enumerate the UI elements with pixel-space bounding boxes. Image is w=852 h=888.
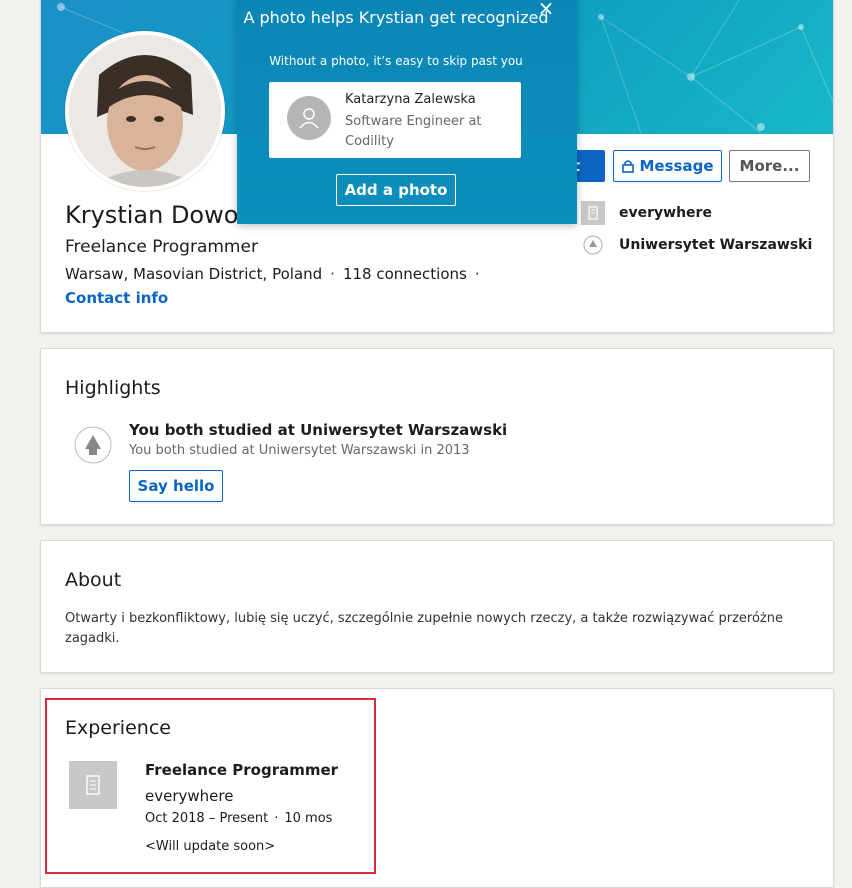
profile-name: Krystian Dowols bbox=[65, 201, 258, 229]
user-placeholder-icon bbox=[287, 96, 331, 140]
more-button[interactable]: More... bbox=[729, 150, 810, 182]
highlight-title: You both studied at Uniwersytet Warszaws… bbox=[129, 421, 508, 439]
lock-icon bbox=[621, 160, 634, 173]
close-icon[interactable]: × bbox=[537, 0, 555, 20]
education-item[interactable]: Uniwersytet Warszawski bbox=[581, 233, 812, 257]
experience-title: Experience bbox=[65, 717, 171, 739]
experience-company: everywhere bbox=[145, 787, 234, 805]
building-icon bbox=[69, 761, 117, 809]
contact-info-link[interactable]: Contact info bbox=[65, 289, 168, 307]
about-text: Otwarty i bezkonfliktowy, lubię się uczy… bbox=[65, 611, 783, 646]
profile-photo[interactable] bbox=[65, 31, 225, 191]
highlights-section: Highlights You both studied at Uniwersyt… bbox=[40, 348, 834, 525]
example-role: Software Engineer at Codility bbox=[345, 114, 482, 149]
add-photo-button[interactable]: Add a photo bbox=[336, 174, 456, 206]
university-logo-icon bbox=[73, 425, 113, 465]
example-name: Katarzyna Zalewska bbox=[345, 92, 476, 107]
separator-dot: · bbox=[274, 811, 279, 826]
experience-description: <Will update soon> bbox=[145, 839, 276, 854]
experience-job-title[interactable]: Freelance Programmer bbox=[145, 761, 338, 779]
experience-duration: 10 mos bbox=[284, 811, 333, 826]
highlights-title: Highlights bbox=[65, 377, 161, 399]
experience-section: Experience Freelance Programmer everywhe… bbox=[40, 688, 834, 888]
education-label: Uniwersytet Warszawski bbox=[619, 237, 813, 253]
profile-headline: Freelance Programmer bbox=[65, 237, 258, 257]
photo-prompt-popover: A photo helps Krystian get recognized × … bbox=[237, 0, 577, 224]
profile-location: Warsaw, Masovian District, Poland bbox=[65, 265, 323, 283]
example-profile-card: Katarzyna Zalewska Software Engineer at … bbox=[269, 82, 521, 158]
profile-location-line: Warsaw, Masovian District, Poland · 118 … bbox=[65, 265, 480, 283]
photo-prompt-title: A photo helps Krystian get recognized bbox=[243, 8, 549, 27]
say-hello-button[interactable]: Say hello bbox=[129, 470, 223, 502]
photo-prompt-subtitle: Without a photo, it’s easy to skip past … bbox=[269, 54, 523, 68]
highlight-subtitle: You both studied at Uniwersytet Warszaws… bbox=[129, 443, 470, 458]
more-button-label: More... bbox=[739, 157, 800, 175]
about-title: About bbox=[65, 569, 122, 591]
connections-count[interactable]: 118 connections bbox=[343, 265, 467, 283]
about-section: About Otwarty i bezkonfliktowy, lubię si… bbox=[40, 540, 834, 673]
experience-dates: Oct 2018 – Present bbox=[145, 811, 269, 826]
current-company-label: everywhere bbox=[619, 205, 712, 221]
person-photo-icon bbox=[69, 35, 221, 187]
experience-dates-line: Oct 2018 – Present · 10 mos bbox=[145, 811, 332, 826]
separator-dot: · bbox=[330, 265, 335, 283]
current-company-item[interactable]: everywhere bbox=[581, 201, 712, 225]
message-button-label: Message bbox=[639, 157, 714, 175]
building-icon bbox=[581, 201, 605, 225]
university-logo-icon bbox=[581, 233, 605, 257]
separator-dot: · bbox=[474, 265, 480, 283]
message-button[interactable]: Message bbox=[613, 150, 722, 182]
